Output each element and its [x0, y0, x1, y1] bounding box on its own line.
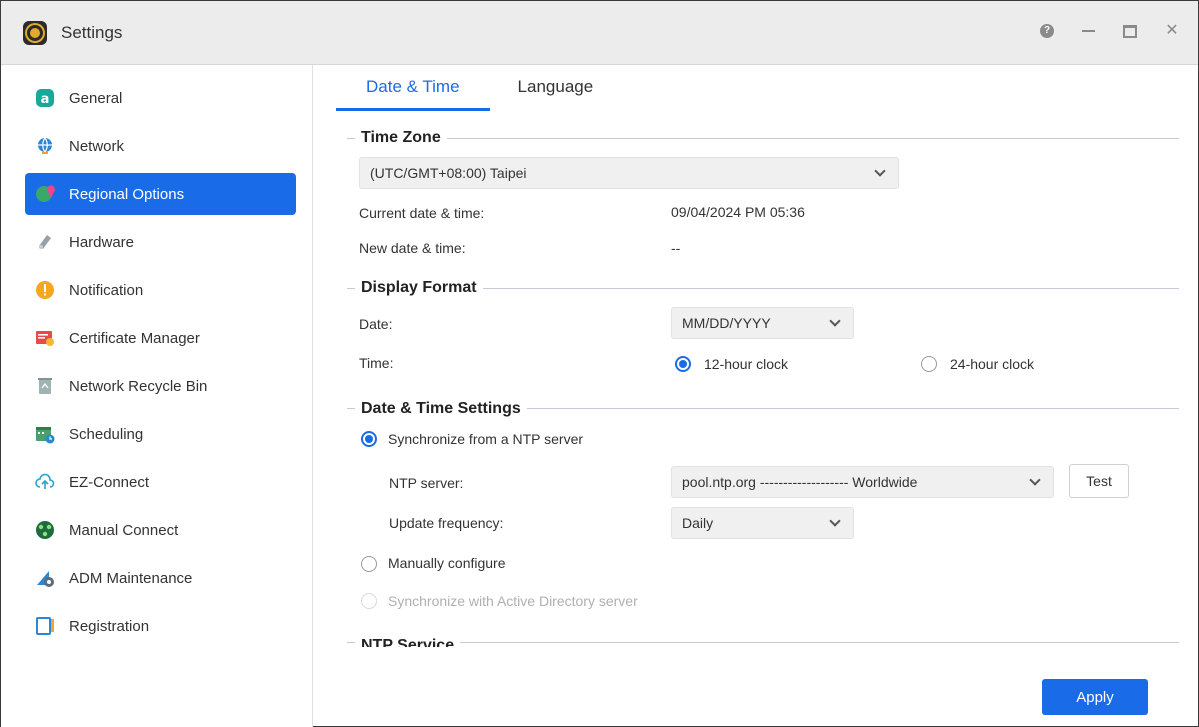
maximize-icon[interactable]	[1122, 23, 1138, 39]
cloud-upload-icon	[35, 472, 55, 492]
minimize-icon[interactable]	[1080, 23, 1096, 39]
apply-button[interactable]: Apply	[1042, 679, 1148, 715]
title-bar: Settings ? ✕	[1, 1, 1198, 65]
sidebar-item-scheduling[interactable]: Scheduling	[25, 413, 296, 455]
settings-window: Settings ? ✕ a General Network Regional …	[0, 0, 1199, 727]
update-frequency-select-value: Daily	[682, 515, 714, 531]
sidebar-item-label: General	[69, 89, 123, 107]
date-format-select[interactable]: MM/DD/YYYY	[671, 307, 854, 339]
sidebar-item-network[interactable]: Network	[25, 125, 296, 167]
sidebar-item-hardware[interactable]: Hardware	[25, 221, 296, 263]
radio-24-hour[interactable]	[921, 356, 937, 372]
general-icon: a	[35, 88, 55, 108]
radio-sync-ad	[361, 593, 377, 609]
svg-text:a: a	[41, 92, 50, 107]
sidebar-item-general[interactable]: a General	[25, 77, 296, 119]
sidebar-item-label: Regional Options	[69, 185, 185, 203]
new-date-time-value: --	[671, 240, 681, 256]
sidebar-item-label: Registration	[69, 617, 150, 635]
chevron-down-icon	[829, 516, 841, 528]
date-format-select-value: MM/DD/YYYY	[682, 315, 771, 331]
radio-12-hour-label: 12-hour clock	[704, 356, 789, 372]
sidebar-item-label: Network Recycle Bin	[69, 377, 208, 395]
window-controls: ? ✕	[1040, 23, 1180, 39]
time-zone-select[interactable]: (UTC/GMT+08:00) Taipei	[359, 157, 899, 189]
sidebar-item-notification[interactable]: Notification	[25, 269, 296, 311]
section-divider	[347, 138, 1179, 139]
update-frequency-label: Update frequency:	[389, 515, 504, 531]
sidebar-item-label: Manual Connect	[69, 521, 179, 539]
notification-icon	[35, 280, 55, 300]
current-date-time-label: Current date & time:	[359, 205, 485, 221]
sidebar-item-label: EZ-Connect	[69, 473, 150, 491]
main-content: Date & Time Language Time Zone (UTC/GMT+…	[314, 65, 1198, 727]
date-format-label: Date:	[359, 316, 393, 332]
settings-app-icon	[23, 21, 47, 45]
radio-sync-ad-label: Synchronize with Active Directory server	[388, 593, 638, 609]
section-title-display-format: Display Format	[355, 279, 483, 297]
certificate-icon	[35, 328, 55, 348]
radio-12-hour[interactable]	[675, 356, 691, 372]
test-button[interactable]: Test	[1069, 464, 1129, 498]
time-zone-select-value: (UTC/GMT+08:00) Taipei	[370, 165, 527, 181]
globe-icon	[35, 136, 55, 156]
radio-manual-configure-label: Manually configure	[388, 555, 506, 571]
sidebar-item-label: Certificate Manager	[69, 329, 200, 347]
sidebar-item-adm-maintenance[interactable]: ADM Maintenance	[25, 557, 296, 599]
sidebar-item-label: Scheduling	[69, 425, 144, 443]
hardware-icon	[35, 232, 55, 252]
chevron-down-icon	[1029, 475, 1041, 487]
registration-icon	[35, 616, 55, 636]
sidebar-item-network-recycle-bin[interactable]: Network Recycle Bin	[25, 365, 296, 407]
sidebar-item-label: Hardware	[69, 233, 135, 251]
window-title: Settings	[61, 23, 123, 42]
radio-24-hour-label: 24-hour clock	[950, 356, 1035, 372]
ntp-server-label: NTP server:	[389, 475, 464, 491]
sidebar-item-ez-connect[interactable]: EZ-Connect	[25, 461, 296, 503]
tab-language[interactable]: Language	[490, 65, 622, 111]
chevron-down-icon	[874, 166, 886, 178]
time-format-label: Time:	[359, 355, 394, 371]
radio-sync-ntp[interactable]	[361, 431, 377, 447]
radio-manual-configure[interactable]	[361, 556, 377, 572]
regional-icon	[35, 184, 55, 204]
update-frequency-select[interactable]: Daily	[671, 507, 854, 539]
sidebar-item-registration[interactable]: Registration	[25, 605, 296, 647]
ntp-server-select[interactable]: pool.ntp.org ------------------- Worldwi…	[671, 466, 1054, 498]
ntp-service-section-clip: NTP Service	[314, 625, 1198, 647]
manual-connect-icon	[35, 520, 55, 540]
sidebar-item-manual-connect[interactable]: Manual Connect	[25, 509, 296, 551]
radio-sync-ntp-label: Synchronize from a NTP server	[388, 431, 584, 447]
new-date-time-label: New date & time:	[359, 240, 466, 256]
section-title-time-zone: Time Zone	[355, 129, 447, 147]
tab-date-time[interactable]: Date & Time	[336, 65, 490, 111]
sidebar-item-certificate-manager[interactable]: Certificate Manager	[25, 317, 296, 359]
sidebar-item-label: ADM Maintenance	[69, 569, 193, 587]
maintenance-icon	[35, 568, 55, 588]
calendar-icon	[35, 424, 55, 444]
close-icon[interactable]: ✕	[1164, 23, 1180, 39]
current-date-time-value: 09/04/2024 PM 05:36	[671, 204, 805, 220]
section-divider	[347, 642, 1179, 643]
tab-bar: Date & Time Language	[336, 65, 621, 111]
section-title-ntp-service: NTP Service	[355, 637, 461, 647]
sidebar-item-label: Network	[69, 137, 125, 155]
ntp-server-select-value: pool.ntp.org ------------------- Worldwi…	[682, 474, 918, 490]
sidebar: a General Network Regional Options Hardw…	[1, 65, 313, 727]
recycle-bin-icon	[35, 376, 55, 396]
chevron-down-icon	[829, 316, 841, 328]
sidebar-item-label: Notification	[69, 281, 144, 299]
sidebar-item-regional-options[interactable]: Regional Options	[25, 173, 296, 215]
section-title-date-time-settings: Date & Time Settings	[355, 400, 527, 418]
help-icon[interactable]: ?	[1040, 24, 1054, 38]
